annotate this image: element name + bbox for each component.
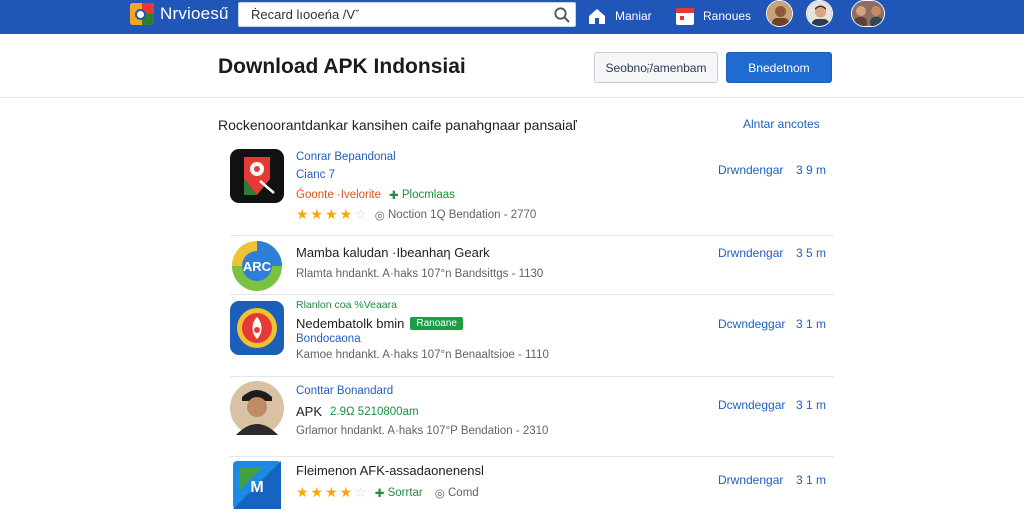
user-avatar-2[interactable] <box>806 0 833 27</box>
header-divider <box>0 97 1024 98</box>
row-divider <box>230 235 834 236</box>
app-4-size: 3 1 m <box>796 398 827 412</box>
app-3-size: 3 1 m <box>796 317 827 331</box>
app-1-subtitle: Cianc 7 <box>296 169 335 181</box>
app-2-icon[interactable]: ARC <box>230 239 284 293</box>
app-5-title[interactable]: Fleimenon AFK-assadaonenensl <box>296 463 484 478</box>
app-3-meta: Kamoe hndankt. A·haks 107°n Benaaltsioe … <box>296 349 549 361</box>
app-5-rating-stars: ★★★★☆ <box>296 484 369 500</box>
user-group-avatar[interactable] <box>851 0 885 27</box>
app-4-meta: Grlamor hndankt. A·haks 107°P Bendation … <box>296 425 549 437</box>
app-3-download-link[interactable]: Dcwndeggar <box>718 317 785 331</box>
avatar-2-image <box>807 1 832 26</box>
app-2-meta: Rlamta hndankt. A·haks 107°n Bandsittgs … <box>296 268 544 280</box>
page-title: Download APK Indonsiai <box>218 55 466 78</box>
svg-text:M: M <box>250 479 263 496</box>
app-3-category: Bondocaona <box>296 333 361 345</box>
app-1-tag: Plocmlaas <box>401 189 455 201</box>
logo-text: Nrvioesű <box>160 4 229 23</box>
app-2-size: 3 5 m <box>796 246 827 260</box>
app-4-version: 2.9Ω 5210800am <box>330 405 419 418</box>
app-1-size: 3 9 m <box>796 163 827 177</box>
app-4-title[interactable]: Conttar Bonandard <box>296 385 393 397</box>
app-row-1[interactable]: Conrar Bepandonal Cianc 7 Ǵoonte ·Ivelor… <box>218 146 834 232</box>
app-1-icon[interactable] <box>230 149 284 203</box>
app-5-icon[interactable]: M <box>233 461 281 509</box>
nav-home-label: Maniar <box>615 9 652 23</box>
see-all-link[interactable]: Alntar ancotes <box>743 117 820 131</box>
nav-calendar[interactable]: Ranoues <box>675 5 751 27</box>
site-logo[interactable]: Nrvioesű <box>130 3 229 25</box>
app-3-label: Rlanlon coa %Veaara <box>296 299 397 311</box>
row-divider <box>230 294 834 295</box>
calendar-icon <box>676 8 694 25</box>
app-2-title[interactable]: Mamba kaludan ·Ibeanhaη Geark <box>296 245 490 260</box>
app-3-title[interactable]: Nedembatolk bmin <box>296 316 404 331</box>
app-1-meta-icon: ◎ <box>374 209 388 222</box>
secondary-action-button[interactable]: Seobnoᵣ̈/amenbam <box>594 52 718 83</box>
section-title: Rockenoorantdankar kansihen caife panahg… <box>218 117 578 133</box>
app-1-rating-stars: ★★★★☆ <box>296 206 369 222</box>
app-5-tag-icon: ✚ <box>374 487 388 500</box>
group-avatar-image <box>852 1 884 26</box>
app-4-icon[interactable] <box>230 381 284 435</box>
nav-calendar-label: Ranoues <box>703 9 752 23</box>
search-box <box>238 2 576 27</box>
row-divider <box>230 376 834 377</box>
app-row-3[interactable]: Rlanlon coa %Veaara Nedembatolk bmin Ran… <box>218 296 834 374</box>
search-icon[interactable] <box>553 6 571 24</box>
row-divider <box>230 456 834 457</box>
app-2-download-link[interactable]: Drwndengar <box>718 246 783 260</box>
app-3-badge: Ranoane <box>410 317 463 330</box>
app-row-4[interactable]: Conttar Bonandard APK 2.9Ω 5210800am Grl… <box>218 378 834 454</box>
nav-home[interactable]: Maniar <box>587 5 652 27</box>
app-5-size: 3 1 m <box>796 473 827 487</box>
app-4-type: APK <box>296 404 323 419</box>
top-bar: Nrvioesű Maniar Ranoues <box>0 0 1024 34</box>
app-5-tag: Sorrtar <box>387 486 423 499</box>
app-5-meta: Comd <box>448 486 479 499</box>
search-input[interactable] <box>239 3 549 26</box>
logo-icon <box>130 3 154 25</box>
app-row-2[interactable]: ARC Mamba kaludan ·Ibeanhaη Geark Rlamta… <box>218 238 834 294</box>
app-3-icon[interactable] <box>230 301 284 355</box>
avatar-1-image <box>767 1 792 26</box>
app-1-tag-icon: ✚ <box>389 190 402 202</box>
app-4-download-link[interactable]: Dcwndeggar <box>718 398 785 412</box>
app-1-category: Ǵoonte ·Ivelorite <box>296 189 382 201</box>
svg-text:ARC: ARC <box>243 259 272 274</box>
primary-action-button[interactable]: Bnedetnom <box>726 52 832 83</box>
app-5-meta-icon: ◎ <box>434 487 448 500</box>
app-5-download-link[interactable]: Drwndengar <box>718 473 783 487</box>
app-1-meta: Noction 1Q Bendation - 2770 <box>388 208 537 221</box>
app-1-title[interactable]: Conrar Bepandonal <box>296 151 396 163</box>
user-avatar-1[interactable] <box>766 0 793 27</box>
home-icon <box>589 9 605 24</box>
app-1-download-link[interactable]: Drwndengar <box>718 163 783 177</box>
app-row-5[interactable]: M Fleimenon AFK-assadaonenensl ★★★★☆ ✚ S… <box>218 458 834 512</box>
